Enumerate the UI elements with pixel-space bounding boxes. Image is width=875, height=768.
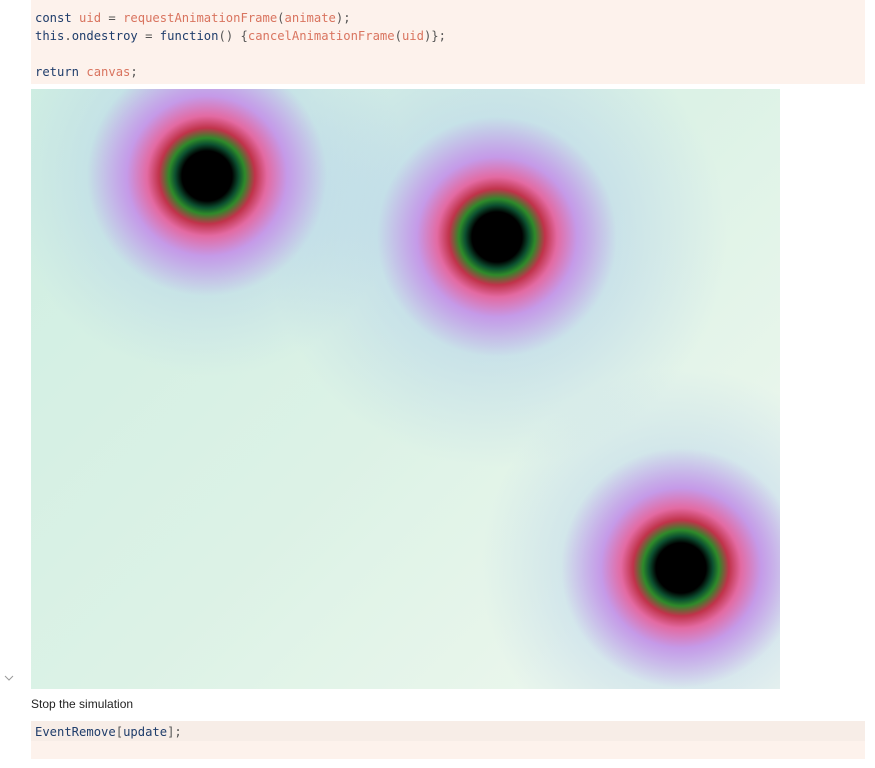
- chevron-down-icon[interactable]: [3, 672, 15, 684]
- code-line-2: this.ondestroy = function() {cancelAnima…: [35, 29, 446, 43]
- arg-update: update: [123, 725, 168, 739]
- markdown-stop-simulation: Stop the simulation: [31, 697, 134, 711]
- arg-uid: uid: [401, 29, 424, 43]
- code-line-3: return canvas;: [35, 65, 138, 79]
- keyword-return: return: [35, 65, 80, 79]
- keyword-const: const: [35, 11, 72, 25]
- operator-eq-2: =: [145, 29, 153, 43]
- code-cell-animation[interactable]: const uid = requestAnimationFrame(animat…: [31, 0, 865, 84]
- parens: (): [218, 29, 234, 43]
- var-canvas: canvas: [86, 65, 131, 79]
- arg-animate: animate: [284, 11, 336, 25]
- code-line-event-remove: EventRemove[update];: [35, 725, 182, 739]
- keyword-function: function: [159, 29, 219, 43]
- function-request-animation-frame: requestAnimationFrame: [123, 11, 278, 25]
- operator-eq: =: [108, 11, 116, 25]
- function-event-remove: EventRemove: [35, 725, 116, 739]
- code-cell-event-remove[interactable]: EventRemove[update];: [31, 721, 865, 759]
- function-cancel-animation-frame: cancelAnimationFrame: [247, 29, 395, 43]
- code-line-1: const uid = requestAnimationFrame(animat…: [35, 11, 351, 25]
- simulation-canvas-output[interactable]: [31, 89, 780, 689]
- keyword-this: this: [35, 29, 65, 43]
- prop-ondestroy: ondestroy: [71, 29, 138, 43]
- var-uid: uid: [79, 11, 102, 25]
